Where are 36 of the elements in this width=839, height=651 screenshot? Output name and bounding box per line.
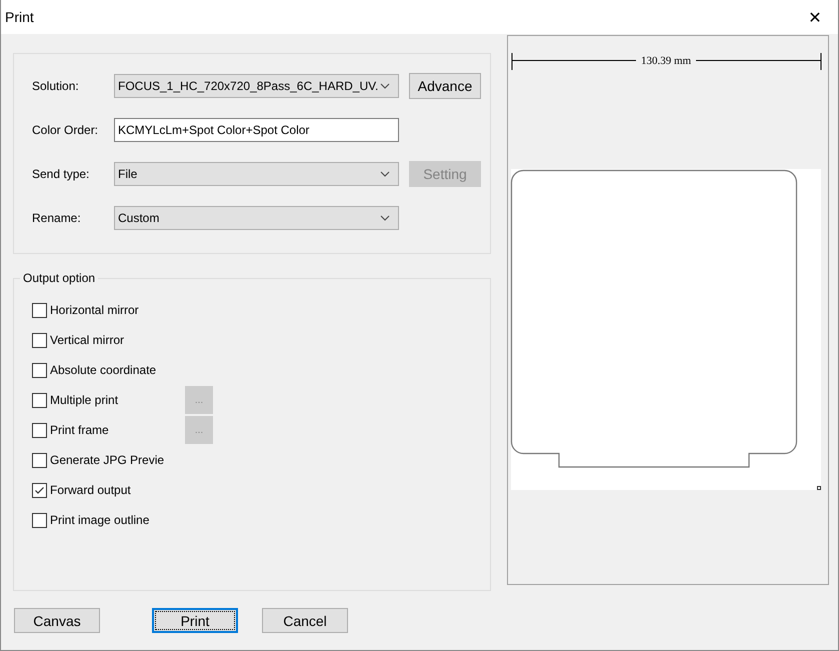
field-label: Rename: [32,211,82,225]
dropdown[interactable]: FOCUS_1_HC_720x720_8Pass_6C_HARD_UV. [114,74,399,98]
checkbox-label: Absolute coordinate [50,363,158,377]
field-label: Solution: [32,79,80,93]
window-title: Print [5,9,34,25]
chevron-icon [380,83,390,89]
checkbox[interactable] [32,422,47,438]
checkbox[interactable] [32,362,47,378]
checkbox-label: Generate JPG Previe [50,453,166,467]
checkbox-label: Print image outline [50,513,150,527]
dialog-button[interactable]: Canvas [14,608,100,633]
chevron-icon [380,171,390,177]
field-label: Send type: [32,167,90,181]
group-title: Output option [20,271,98,285]
input-field[interactable]: KCMYLcLm+Spot Color+Spot Color [114,118,399,142]
checkbox-label: Vertical mirror [50,333,126,347]
side-button[interactable]: Advance [409,73,481,99]
field-label: Color Order: [32,123,100,137]
checkbox-label: Horizontal mirror [50,303,140,317]
checkbox[interactable] [32,512,47,528]
checkbox[interactable] [32,482,47,498]
checkbox-label: Multiple print [50,393,120,407]
checkbox-label: Forward output [50,483,132,497]
dropdown[interactable]: File [114,162,399,186]
close-button[interactable]: ✕ [792,0,838,34]
checkbox[interactable] [32,452,47,468]
checkbox[interactable] [32,332,47,348]
dimension-label: 130.39 mm [640,55,692,67]
dialog-button[interactable]: Cancel [262,608,348,633]
handle-icon[interactable] [817,486,821,490]
dialog-button[interactable]: Print [152,608,238,633]
checkbox[interactable] [32,302,47,318]
dropdown[interactable]: Custom [114,206,399,230]
checkbox[interactable] [32,392,47,408]
chevron-icon [380,215,390,221]
checkbox-label: Print frame [50,423,110,437]
